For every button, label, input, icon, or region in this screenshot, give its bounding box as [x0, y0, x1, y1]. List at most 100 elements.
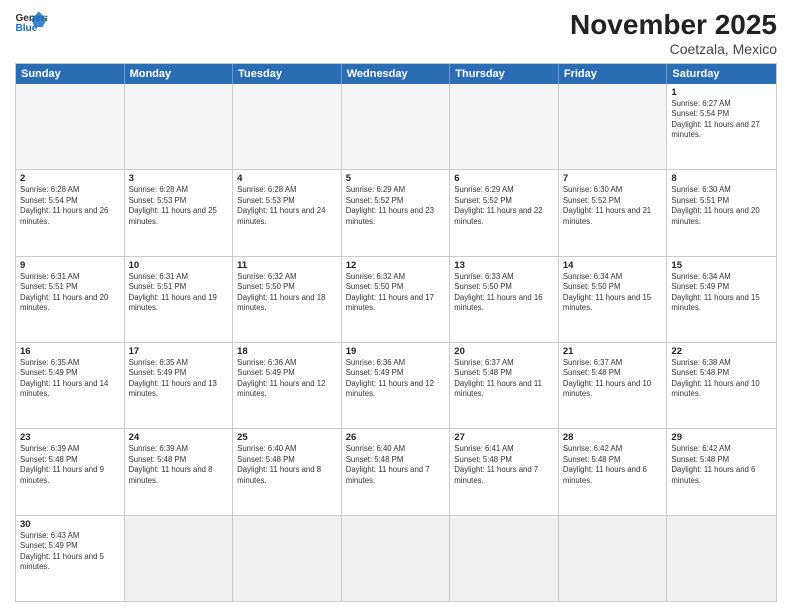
- cell-info: Sunrise: 6:42 AMSunset: 5:48 PMDaylight:…: [671, 444, 772, 486]
- day-number: 16: [20, 346, 120, 357]
- cell-info: Sunrise: 6:35 AMSunset: 5:49 PMDaylight:…: [20, 358, 120, 400]
- cal-cell: [559, 516, 668, 601]
- logo: General Blue: [15, 10, 47, 38]
- day-number: 3: [129, 173, 229, 184]
- cell-info: Sunrise: 6:29 AMSunset: 5:52 PMDaylight:…: [454, 185, 554, 227]
- day-number: 15: [671, 260, 772, 271]
- calendar-row-5: 23Sunrise: 6:39 AMSunset: 5:48 PMDayligh…: [16, 428, 776, 514]
- day-number: 1: [671, 87, 772, 98]
- cal-cell: 29Sunrise: 6:42 AMSunset: 5:48 PMDayligh…: [667, 429, 776, 514]
- cell-info: Sunrise: 6:28 AMSunset: 5:54 PMDaylight:…: [20, 185, 120, 227]
- cal-cell: 27Sunrise: 6:41 AMSunset: 5:48 PMDayligh…: [450, 429, 559, 514]
- cell-info: Sunrise: 6:38 AMSunset: 5:48 PMDaylight:…: [671, 358, 772, 400]
- day-number: 5: [346, 173, 446, 184]
- cal-cell: 8Sunrise: 6:30 AMSunset: 5:51 PMDaylight…: [667, 170, 776, 255]
- cal-cell: [233, 516, 342, 601]
- cal-cell: [450, 84, 559, 169]
- day-number: 24: [129, 432, 229, 443]
- day-header-wednesday: Wednesday: [342, 64, 451, 84]
- day-number: 10: [129, 260, 229, 271]
- day-number: 19: [346, 346, 446, 357]
- cal-cell: 21Sunrise: 6:37 AMSunset: 5:48 PMDayligh…: [559, 343, 668, 428]
- day-number: 14: [563, 260, 663, 271]
- calendar-row-1: 1Sunrise: 6:27 AMSunset: 5:54 PMDaylight…: [16, 84, 776, 169]
- cell-info: Sunrise: 6:42 AMSunset: 5:48 PMDaylight:…: [563, 444, 663, 486]
- day-number: 23: [20, 432, 120, 443]
- cal-cell: 2Sunrise: 6:28 AMSunset: 5:54 PMDaylight…: [16, 170, 125, 255]
- calendar-row-2: 2Sunrise: 6:28 AMSunset: 5:54 PMDaylight…: [16, 169, 776, 255]
- day-number: 8: [671, 173, 772, 184]
- day-header-friday: Friday: [559, 64, 668, 84]
- cal-cell: 19Sunrise: 6:36 AMSunset: 5:49 PMDayligh…: [342, 343, 451, 428]
- cal-cell: 17Sunrise: 6:35 AMSunset: 5:49 PMDayligh…: [125, 343, 234, 428]
- cal-cell: [342, 84, 451, 169]
- cal-cell: 10Sunrise: 6:31 AMSunset: 5:51 PMDayligh…: [125, 257, 234, 342]
- cal-cell: 20Sunrise: 6:37 AMSunset: 5:48 PMDayligh…: [450, 343, 559, 428]
- day-number: 11: [237, 260, 337, 271]
- cal-cell: 6Sunrise: 6:29 AMSunset: 5:52 PMDaylight…: [450, 170, 559, 255]
- cal-cell: [125, 84, 234, 169]
- cal-cell: 7Sunrise: 6:30 AMSunset: 5:52 PMDaylight…: [559, 170, 668, 255]
- cell-info: Sunrise: 6:41 AMSunset: 5:48 PMDaylight:…: [454, 444, 554, 486]
- cell-info: Sunrise: 6:32 AMSunset: 5:50 PMDaylight:…: [237, 272, 337, 314]
- cell-info: Sunrise: 6:37 AMSunset: 5:48 PMDaylight:…: [563, 358, 663, 400]
- cell-info: Sunrise: 6:28 AMSunset: 5:53 PMDaylight:…: [237, 185, 337, 227]
- cal-cell: 14Sunrise: 6:34 AMSunset: 5:50 PMDayligh…: [559, 257, 668, 342]
- day-number: 27: [454, 432, 554, 443]
- day-number: 29: [671, 432, 772, 443]
- cal-cell: 5Sunrise: 6:29 AMSunset: 5:52 PMDaylight…: [342, 170, 451, 255]
- month-title: November 2025: [570, 10, 777, 41]
- cal-cell: [16, 84, 125, 169]
- day-number: 21: [563, 346, 663, 357]
- day-header-saturday: Saturday: [667, 64, 776, 84]
- cal-cell: [233, 84, 342, 169]
- day-number: 28: [563, 432, 663, 443]
- calendar-header: SundayMondayTuesdayWednesdayThursdayFrid…: [16, 64, 776, 84]
- cal-cell: 18Sunrise: 6:36 AMSunset: 5:49 PMDayligh…: [233, 343, 342, 428]
- header: General Blue November 2025 Coetzala, Mex…: [15, 10, 777, 57]
- cell-info: Sunrise: 6:32 AMSunset: 5:50 PMDaylight:…: [346, 272, 446, 314]
- cell-info: Sunrise: 6:27 AMSunset: 5:54 PMDaylight:…: [671, 99, 772, 141]
- cal-cell: 4Sunrise: 6:28 AMSunset: 5:53 PMDaylight…: [233, 170, 342, 255]
- logo-icon: General Blue: [15, 10, 47, 38]
- day-number: 12: [346, 260, 446, 271]
- cell-info: Sunrise: 6:40 AMSunset: 5:48 PMDaylight:…: [346, 444, 446, 486]
- cell-info: Sunrise: 6:34 AMSunset: 5:49 PMDaylight:…: [671, 272, 772, 314]
- day-header-thursday: Thursday: [450, 64, 559, 84]
- cell-info: Sunrise: 6:39 AMSunset: 5:48 PMDaylight:…: [20, 444, 120, 486]
- cal-cell: [667, 516, 776, 601]
- cell-info: Sunrise: 6:30 AMSunset: 5:52 PMDaylight:…: [563, 185, 663, 227]
- cell-info: Sunrise: 6:31 AMSunset: 5:51 PMDaylight:…: [20, 272, 120, 314]
- cell-info: Sunrise: 6:39 AMSunset: 5:48 PMDaylight:…: [129, 444, 229, 486]
- cell-info: Sunrise: 6:36 AMSunset: 5:49 PMDaylight:…: [237, 358, 337, 400]
- cal-cell: 28Sunrise: 6:42 AMSunset: 5:48 PMDayligh…: [559, 429, 668, 514]
- day-number: 17: [129, 346, 229, 357]
- cell-info: Sunrise: 6:33 AMSunset: 5:50 PMDaylight:…: [454, 272, 554, 314]
- calendar-body: 1Sunrise: 6:27 AMSunset: 5:54 PMDaylight…: [16, 84, 776, 601]
- cal-cell: 11Sunrise: 6:32 AMSunset: 5:50 PMDayligh…: [233, 257, 342, 342]
- title-block: November 2025 Coetzala, Mexico: [570, 10, 777, 57]
- cal-cell: 3Sunrise: 6:28 AMSunset: 5:53 PMDaylight…: [125, 170, 234, 255]
- day-number: 22: [671, 346, 772, 357]
- cal-cell: 13Sunrise: 6:33 AMSunset: 5:50 PMDayligh…: [450, 257, 559, 342]
- day-header-sunday: Sunday: [16, 64, 125, 84]
- day-number: 9: [20, 260, 120, 271]
- calendar-row-4: 16Sunrise: 6:35 AMSunset: 5:49 PMDayligh…: [16, 342, 776, 428]
- cell-info: Sunrise: 6:36 AMSunset: 5:49 PMDaylight:…: [346, 358, 446, 400]
- day-header-monday: Monday: [125, 64, 234, 84]
- cell-info: Sunrise: 6:34 AMSunset: 5:50 PMDaylight:…: [563, 272, 663, 314]
- calendar-row-6: 30Sunrise: 6:43 AMSunset: 5:49 PMDayligh…: [16, 515, 776, 601]
- day-number: 4: [237, 173, 337, 184]
- cell-info: Sunrise: 6:40 AMSunset: 5:48 PMDaylight:…: [237, 444, 337, 486]
- cal-cell: 25Sunrise: 6:40 AMSunset: 5:48 PMDayligh…: [233, 429, 342, 514]
- day-number: 6: [454, 173, 554, 184]
- cal-cell: 12Sunrise: 6:32 AMSunset: 5:50 PMDayligh…: [342, 257, 451, 342]
- cal-cell: 22Sunrise: 6:38 AMSunset: 5:48 PMDayligh…: [667, 343, 776, 428]
- cal-cell: 23Sunrise: 6:39 AMSunset: 5:48 PMDayligh…: [16, 429, 125, 514]
- day-number: 26: [346, 432, 446, 443]
- cell-info: Sunrise: 6:30 AMSunset: 5:51 PMDaylight:…: [671, 185, 772, 227]
- cell-info: Sunrise: 6:35 AMSunset: 5:49 PMDaylight:…: [129, 358, 229, 400]
- day-header-tuesday: Tuesday: [233, 64, 342, 84]
- cal-cell: 15Sunrise: 6:34 AMSunset: 5:49 PMDayligh…: [667, 257, 776, 342]
- day-number: 18: [237, 346, 337, 357]
